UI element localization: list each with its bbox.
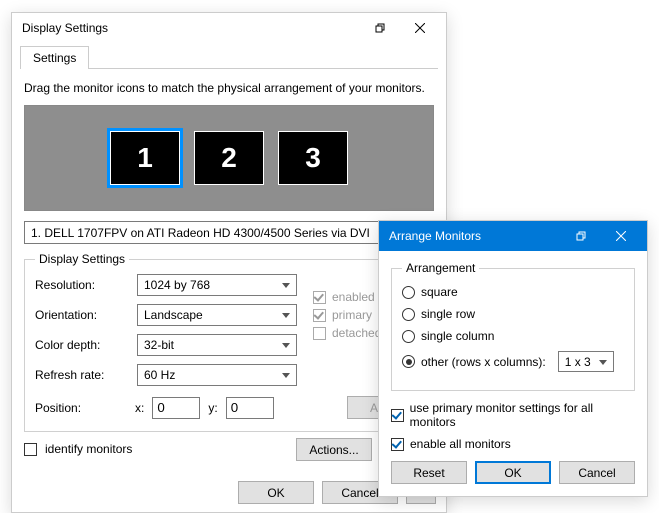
close-icon[interactable] <box>400 14 440 42</box>
radio-single-row[interactable]: single row <box>402 307 624 321</box>
y-label: y: <box>208 401 217 415</box>
ok-button[interactable]: OK <box>238 481 314 504</box>
radio-single-column[interactable]: single column <box>402 329 624 343</box>
radio-other[interactable]: other (rows x columns): 1 x 3 <box>402 351 624 372</box>
monitor-icon-3[interactable]: 3 <box>278 131 348 185</box>
other-dimensions-select[interactable]: 1 x 3 <box>558 351 614 372</box>
arrangement-group-label: Arrangement <box>402 261 479 275</box>
monitor-arrangement-area[interactable]: 1 2 3 <box>24 105 434 211</box>
position-x-input[interactable] <box>152 397 200 419</box>
actions-button[interactable]: Actions... <box>296 438 372 461</box>
arrange-reset-button[interactable]: Reset <box>391 461 467 484</box>
titlebar: Display Settings <box>12 13 446 43</box>
monitor-icon-1[interactable]: 1 <box>110 131 180 185</box>
arrange-titlebar: Arrange Monitors <box>379 221 647 251</box>
orientation-label: Orientation: <box>35 308 127 322</box>
color-depth-select[interactable]: 32-bit <box>137 334 297 356</box>
identify-monitors-checkbox[interactable] <box>24 443 37 456</box>
arrange-close-icon[interactable] <box>601 222 641 250</box>
monitor-icon-2[interactable]: 2 <box>194 131 264 185</box>
arrange-monitors-window: Arrange Monitors Arrangement square sing… <box>378 220 648 497</box>
refresh-label: Refresh rate: <box>35 368 127 382</box>
group-label: Display Settings <box>35 252 129 266</box>
restore-icon[interactable] <box>360 14 400 42</box>
display-settings-group: Display Settings Resolution: 1024 by 768… <box>24 252 434 432</box>
tab-strip: Settings <box>20 45 438 69</box>
position-y-input[interactable] <box>226 397 274 419</box>
monitor-select[interactable]: 1. DELL 1707FPV on ATI Radeon HD 4300/45… <box>24 221 402 244</box>
window-title: Display Settings <box>22 21 360 35</box>
identify-monitors-label: identify monitors <box>45 442 132 456</box>
x-label: x: <box>135 401 144 415</box>
orientation-select[interactable]: Landscape <box>137 304 297 326</box>
color-depth-label: Color depth: <box>35 338 127 352</box>
arrangement-group: Arrangement square single row single col… <box>391 261 635 391</box>
refresh-select[interactable]: 60 Hz <box>137 364 297 386</box>
position-label: Position: <box>35 401 127 415</box>
arrange-title: Arrange Monitors <box>389 229 561 243</box>
monitor-select-value: 1. DELL 1707FPV on ATI Radeon HD 4300/45… <box>31 226 370 240</box>
resolution-label: Resolution: <box>35 278 127 292</box>
radio-square[interactable]: square <box>402 285 624 299</box>
resolution-select[interactable]: 1024 by 768 <box>137 274 297 296</box>
arrange-ok-button[interactable]: OK <box>475 461 551 484</box>
arrange-cancel-button[interactable]: Cancel <box>559 461 635 484</box>
use-primary-settings-checkbox[interactable]: use primary monitor settings for all mon… <box>391 401 635 429</box>
arrange-restore-icon[interactable] <box>561 222 601 250</box>
tab-settings[interactable]: Settings <box>20 46 89 69</box>
enable-all-monitors-checkbox[interactable]: enable all monitors <box>391 437 635 451</box>
instruction-text: Drag the monitor icons to match the phys… <box>24 81 434 95</box>
